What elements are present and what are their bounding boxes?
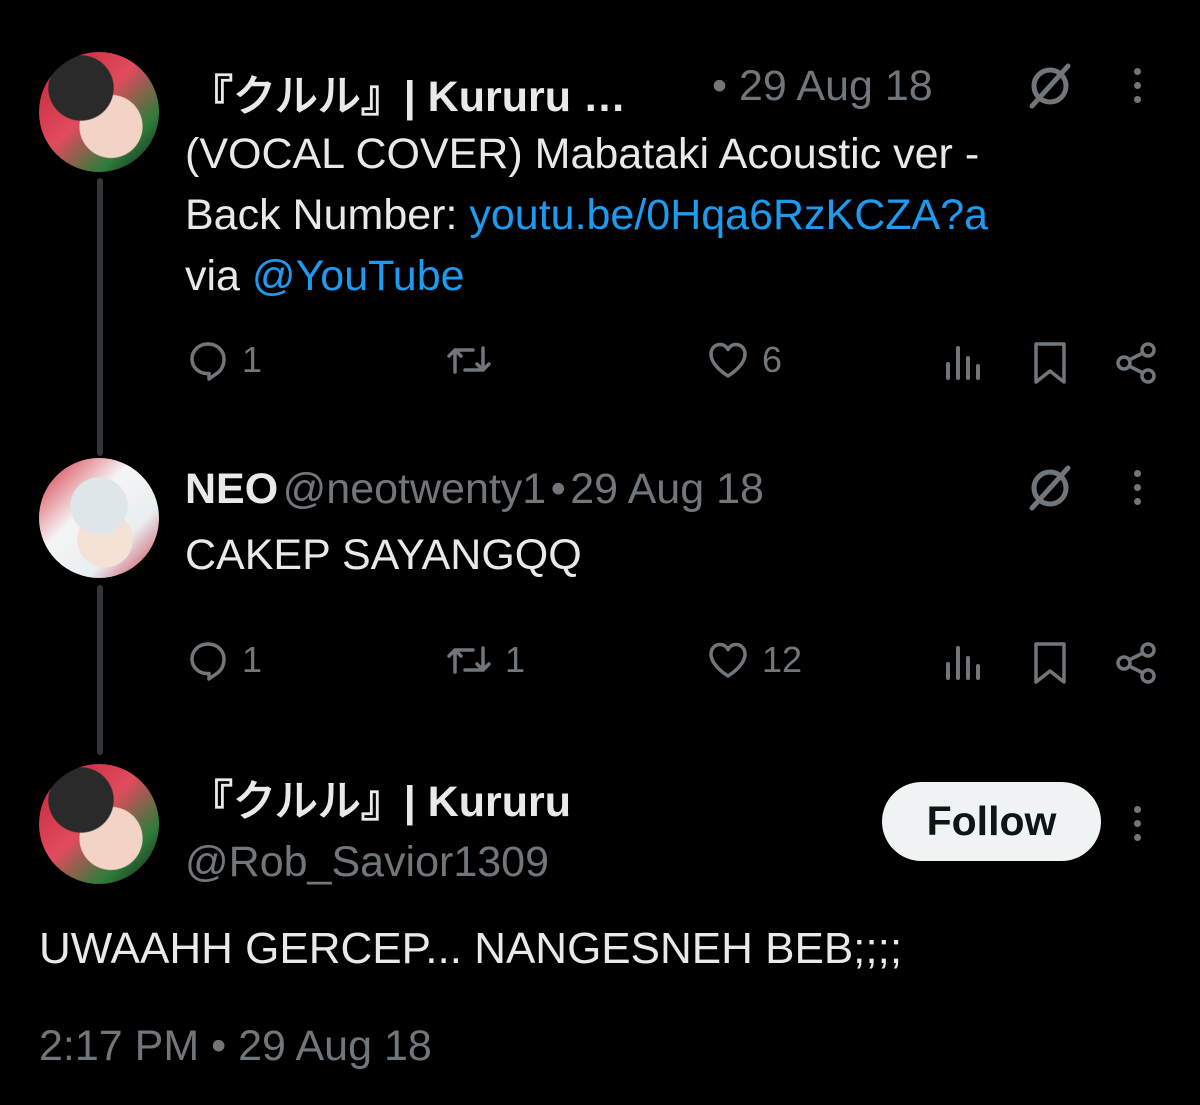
like-count: 12 [762,639,803,680]
bookmark-icon[interactable] [1030,640,1070,686]
avatar[interactable] [39,764,159,884]
reply-button[interactable]: 1 [186,638,262,682]
heart-icon [709,342,747,378]
avatar[interactable] [39,458,159,578]
more-icon[interactable] [1134,470,1142,512]
retweet-icon [447,346,491,374]
analytics-icon[interactable] [942,642,986,682]
tweet-date[interactable]: 29 Aug 18 [570,465,764,513]
date: 29 Aug 18 [739,62,933,110]
like-button[interactable]: 6 [706,338,782,382]
reply-count: 1 [242,339,263,380]
display-name[interactable]: 『クルル』| Kururu [190,767,571,829]
heart-icon [709,642,747,678]
tweet-text: (VOCAL COVER) Mabataki Acoustic ver - Ba… [185,124,988,307]
retweet-button[interactable]: 1 [445,638,525,682]
share-icon[interactable] [1113,640,1159,686]
more-icon[interactable] [1134,68,1142,110]
tweet-text: CAKEP SAYANGQQ [185,531,582,579]
grok-icon[interactable] [1024,462,1076,514]
tweet-text: UWAAHH GERCEP... NANGESNEH BEB;;;; [39,924,903,973]
bookmark-icon[interactable] [1030,340,1070,386]
tweet-text-line: (VOCAL COVER) Mabataki Acoustic ver - [185,130,980,178]
reply-icon [190,642,226,681]
share-icon[interactable] [1113,340,1159,386]
like-count: 6 [762,339,783,380]
text: via [185,252,252,300]
display-name[interactable]: NEO [185,465,278,513]
retweet-button[interactable] [445,338,505,382]
follow-button[interactable]: Follow [882,782,1101,861]
reply-count: 1 [242,639,263,680]
thread-connector [97,585,103,755]
retweet-icon [447,646,491,674]
tweet-text-line: Back Number: youtu.be/0Hqa6RzKCZA?a [185,185,988,246]
reply-button[interactable]: 1 [186,338,262,382]
retweet-count: 1 [505,639,526,680]
tweet-header: NEO @neotwenty1 • 29 Aug 18 [185,465,764,514]
display-name[interactable]: 『クルル』| Kururu … [190,62,626,124]
separator: • [712,62,728,110]
user-handle[interactable]: @neotwenty1 [283,465,547,513]
more-icon[interactable] [1134,806,1142,848]
analytics-icon[interactable] [942,342,986,382]
youtube-link[interactable]: youtu.be/0Hqa6RzKCZA?a [469,191,988,239]
text: Back Number: [185,191,470,239]
avatar[interactable] [39,52,159,172]
tweet-date[interactable]: • 29 Aug 18 [712,62,933,111]
grok-icon[interactable] [1024,60,1076,112]
like-button[interactable]: 12 [706,638,802,682]
user-handle[interactable]: @Rob_Savior1309 [185,838,549,887]
tweet-text-line: via @YouTube [185,246,988,307]
thread-connector [97,178,103,456]
tweet-timestamp[interactable]: 2:17 PM • 29 Aug 18 [39,1022,432,1071]
mention-link[interactable]: @YouTube [252,252,465,300]
separator: • [550,465,566,513]
reply-icon [190,342,226,381]
